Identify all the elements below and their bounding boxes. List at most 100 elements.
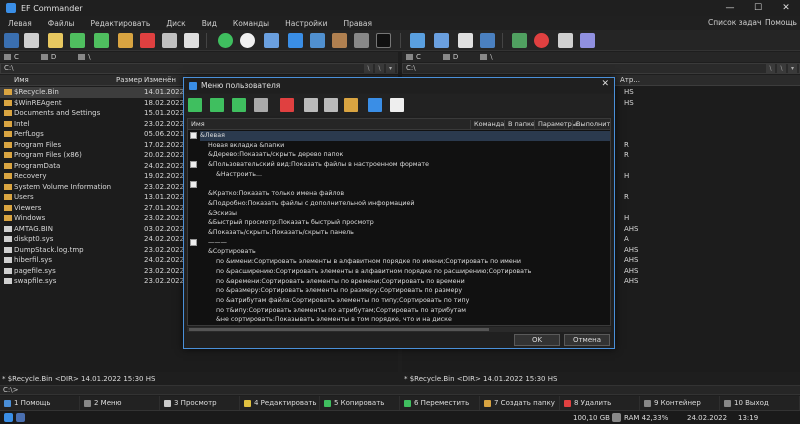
archive-icon[interactable]: [332, 33, 347, 48]
column-modified[interactable]: Изменён: [144, 76, 176, 84]
properties-icon[interactable]: [434, 33, 449, 48]
item-checkbox[interactable]: [190, 161, 197, 169]
right-root-button[interactable]: \: [766, 64, 775, 73]
fkey-7[interactable]: 7 Создать папку: [480, 396, 560, 410]
menu-files[interactable]: Файлы: [40, 19, 83, 28]
move-icon[interactable]: [94, 33, 109, 48]
dialog-horizontal-scrollbar[interactable]: [187, 327, 611, 332]
copy-icon[interactable]: [70, 33, 85, 48]
drive-net-left[interactable]: \: [78, 53, 91, 61]
menu-tree-item[interactable]: &Эскизы: [208, 209, 237, 219]
column-name[interactable]: Имя: [14, 76, 29, 84]
maximize-button[interactable]: ☐: [744, 0, 772, 16]
network-icon[interactable]: [310, 33, 325, 48]
right-up-button[interactable]: \: [777, 64, 786, 73]
right-history-button[interactable]: ▾: [788, 64, 797, 73]
find-icon[interactable]: [24, 33, 39, 48]
edit-item-icon[interactable]: [254, 98, 268, 112]
minimize-button[interactable]: —: [716, 0, 744, 16]
column-attr[interactable]: Атр...: [620, 76, 640, 84]
item-checkbox[interactable]: [190, 132, 197, 139]
menu-tree-item[interactable]: по &времени:Сортировать элементы по врем…: [216, 277, 465, 287]
move-up-icon[interactable]: [304, 98, 318, 112]
menu-tree-item[interactable]: &Настроить...: [216, 170, 262, 180]
dialog-close-button[interactable]: ✕: [601, 79, 609, 89]
menu-left[interactable]: Левая: [0, 19, 40, 28]
menu-tree-item[interactable]: по &имени:Сортировать элементы в алфавит…: [216, 257, 521, 267]
user-menu-tree[interactable]: Имя Команда В папке Параметры Выполнить …: [187, 118, 611, 326]
tools-icon[interactable]: [512, 33, 527, 48]
sync-icon[interactable]: [288, 33, 303, 48]
menu-tree-item[interactable]: &не сортировать:Показывать элементы в то…: [216, 315, 452, 325]
drive-icon[interactable]: [4, 33, 19, 48]
menu-tree-item[interactable]: по &размеру:Сортировать элементы по разм…: [216, 286, 462, 296]
fkey-3[interactable]: 3 Просмотр: [160, 396, 240, 410]
help-icon[interactable]: [534, 33, 549, 48]
menu-tree-item[interactable]: &Левая: [200, 131, 610, 141]
left-root-button[interactable]: \: [364, 64, 373, 73]
fkey-8[interactable]: 8 Удалить: [560, 396, 640, 410]
save-icon[interactable]: [368, 98, 382, 112]
menu-disk[interactable]: Диск: [158, 19, 193, 28]
menu-tree-item[interactable]: &Дерево:Показать/скрыть дерево папок: [208, 150, 343, 160]
item-checkbox[interactable]: [190, 180, 197, 188]
fkey-6[interactable]: 6 Переместить: [400, 396, 480, 410]
fkey-2[interactable]: 2 Меню: [80, 396, 160, 410]
menu-help[interactable]: Помощь: [765, 16, 797, 30]
menu-settings[interactable]: Настройки: [277, 19, 335, 28]
fkey-10[interactable]: 10 Выход: [720, 396, 800, 410]
menu-commands[interactable]: Команды: [225, 19, 277, 28]
drive-c-left[interactable]: C: [4, 53, 19, 61]
menu-tree-item[interactable]: ———: [208, 238, 227, 248]
column-size[interactable]: Размер: [116, 76, 142, 84]
right-path-bar[interactable]: C:\ \ \ ▾: [402, 63, 800, 74]
fkey-4[interactable]: 4 Редактировать: [240, 396, 320, 410]
mail-icon[interactable]: [184, 33, 199, 48]
item-checkbox[interactable]: [190, 238, 197, 246]
menu-tasklist[interactable]: Список задач: [708, 16, 761, 30]
monitor-icon[interactable]: [480, 33, 495, 48]
col-run[interactable]: Выполнить: [572, 120, 610, 130]
split-icon[interactable]: [354, 33, 369, 48]
new-folder-icon[interactable]: [118, 33, 133, 48]
search-icon[interactable]: [240, 33, 255, 48]
left-path-bar[interactable]: C:\ \ \ ▾: [0, 63, 398, 74]
menu-tree-item[interactable]: &Пользовательский вид:Показать файлы в н…: [208, 160, 429, 170]
col-in-folder[interactable]: В папке: [504, 120, 535, 130]
settings-icon[interactable]: [558, 33, 573, 48]
ok-button[interactable]: OK: [514, 334, 560, 346]
open-folder-icon[interactable]: [344, 98, 358, 112]
fkey-9[interactable]: 9 Контейнер: [640, 396, 720, 410]
menu-tree-item[interactable]: Новая вкладка &папки: [208, 141, 284, 151]
drive-d-right[interactable]: D: [442, 53, 458, 61]
left-up-button[interactable]: \: [375, 64, 384, 73]
delete-icon[interactable]: [140, 33, 155, 48]
new-file-icon[interactable]: [390, 98, 404, 112]
left-history-button[interactable]: ▾: [386, 64, 395, 73]
menu-right[interactable]: Правая: [335, 19, 380, 28]
menu-tree-item[interactable]: по т&ипу:Сортировать элементы по атрибут…: [216, 306, 466, 316]
cancel-button[interactable]: Отмена: [564, 334, 610, 346]
edit-icon[interactable]: [48, 33, 63, 48]
fkey-5[interactable]: 5 Копировать: [320, 396, 400, 410]
menu-tree-item[interactable]: по &атрибутам файла:Сортировать элементы…: [216, 296, 469, 306]
close-button[interactable]: ✕: [772, 0, 800, 16]
menu-edit[interactable]: Редактировать: [82, 19, 158, 28]
add-item-icon[interactable]: [188, 98, 202, 112]
media-icon[interactable]: [580, 33, 595, 48]
drive-d-left[interactable]: D: [40, 53, 56, 61]
menu-tree-item[interactable]: &Подробно:Показать файлы с дополнительно…: [208, 199, 414, 209]
menu-tree-item[interactable]: &Сортировать: [208, 247, 256, 257]
compare-icon[interactable]: [264, 33, 279, 48]
add-subitem-icon[interactable]: [210, 98, 224, 112]
delete-item-icon[interactable]: [280, 98, 294, 112]
print-icon[interactable]: [162, 33, 177, 48]
menu-tree-item[interactable]: &Быстрый просмотр:Показать быстрый просм…: [208, 218, 374, 228]
refresh-icon[interactable]: [218, 33, 233, 48]
recycle-icon[interactable]: [458, 33, 473, 48]
move-down-icon[interactable]: [324, 98, 338, 112]
drive-c-right[interactable]: C: [406, 53, 421, 61]
drive-net-right[interactable]: \: [480, 53, 493, 61]
add-plus-icon[interactable]: [232, 98, 246, 112]
taskbar-app-icon[interactable]: [16, 413, 25, 422]
